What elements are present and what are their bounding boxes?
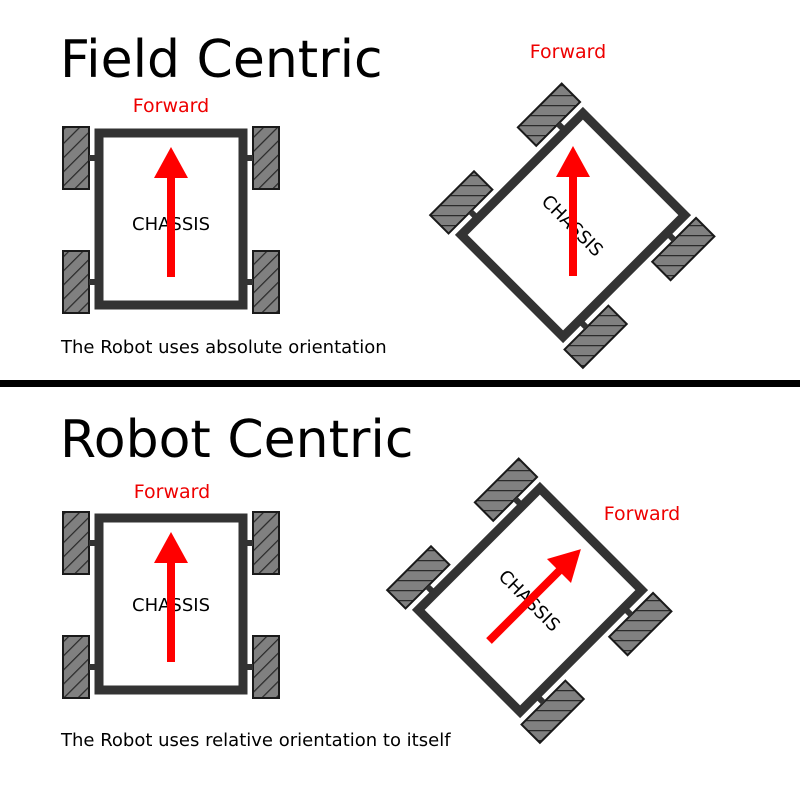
forward-label: Forward xyxy=(530,41,606,63)
field-centric-robot-upright: Forward CHASSIS xyxy=(63,95,279,313)
forward-label: Forward xyxy=(604,503,680,525)
robot-centric-caption: The Robot uses relative orientation to i… xyxy=(60,730,451,751)
field-centric-title: Field Centric xyxy=(60,30,383,90)
robot-centric-section: Robot Centric Forward CHASSIS Forward CH… xyxy=(60,410,680,751)
section-divider xyxy=(0,380,800,387)
forward-label: Forward xyxy=(133,95,209,117)
robot-centric-title: Robot Centric xyxy=(60,410,413,470)
robot-centric-robot-upright: Forward CHASSIS xyxy=(63,481,279,698)
robot-centric-robot-rotated: Forward CHASSIS xyxy=(387,459,680,743)
field-centric-robot-rotated: Forward CHASSIS xyxy=(430,41,714,368)
field-centric-caption: The Robot uses absolute orientation xyxy=(60,337,387,358)
forward-label: Forward xyxy=(134,481,210,503)
diagram-canvas: Field Centric Forward CHASSIS Forward CH… xyxy=(0,30,800,751)
field-centric-section: Field Centric Forward CHASSIS Forward CH… xyxy=(60,30,714,368)
